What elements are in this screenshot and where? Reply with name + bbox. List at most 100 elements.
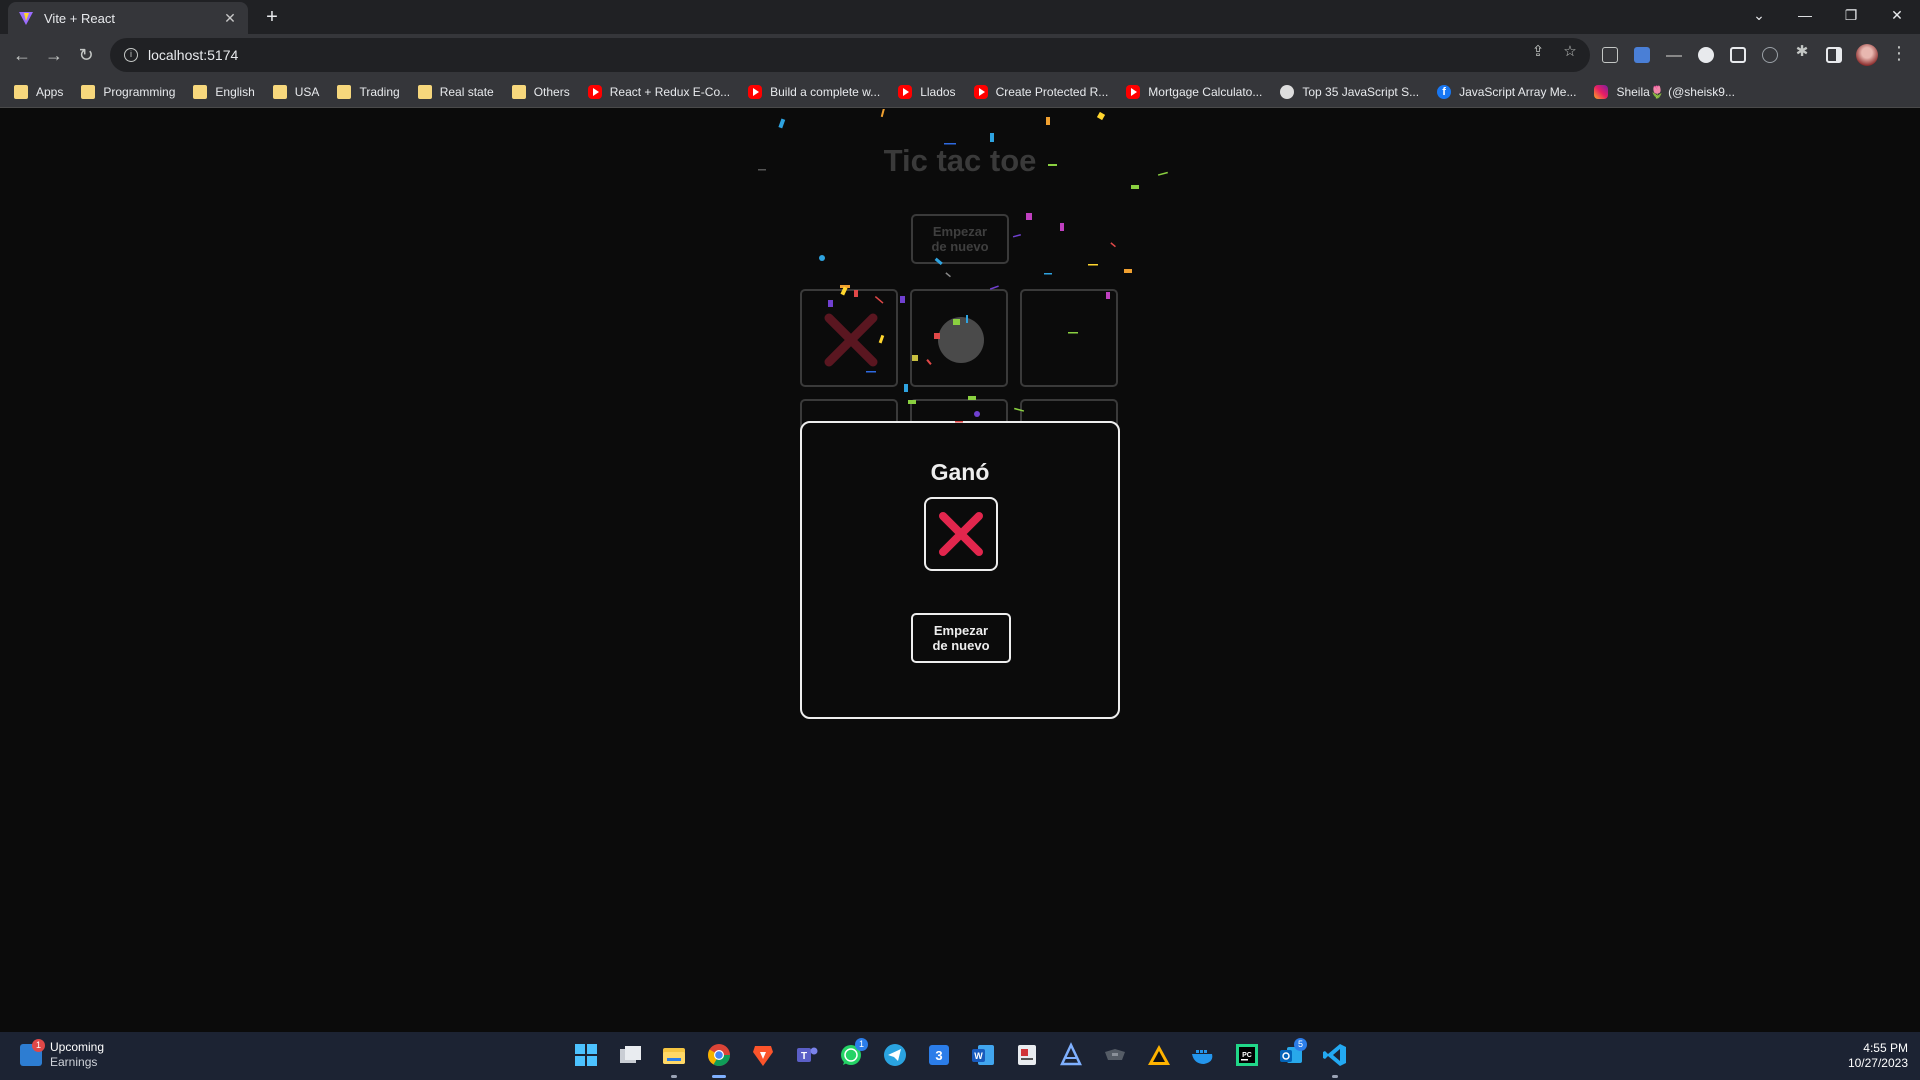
folder-icon [81,84,96,99]
forward-arrow-icon[interactable]: → [42,43,66,67]
teams-icon[interactable]: T [794,1042,820,1068]
github-icon [1280,84,1295,99]
game-title: Tic tac toe [883,143,1037,178]
bookmark-item[interactable]: USA [272,84,320,99]
bookmark-item[interactable]: React + Redux E-Co... [587,84,730,99]
bookmark-item[interactable]: Llados [898,84,956,99]
whatsapp-badge: 1 [855,1038,868,1051]
brave-icon[interactable] [750,1042,776,1068]
browser-tab[interactable]: Vite + React ✕ [8,2,248,34]
bookmark-item[interactable]: English [193,84,255,99]
extensions-puzzle-icon[interactable]: ✱ [1792,41,1812,61]
telegram-icon[interactable] [882,1042,908,1068]
tab-search-icon[interactable]: ⌄ [1736,0,1782,30]
x-mark-icon [824,313,878,367]
svg-text:T: T [801,1051,807,1062]
minimize-button[interactable]: — [1782,0,1828,30]
bookmark-item[interactable]: Others [511,84,570,99]
bookmark-item[interactable]: Mortgage Calculato... [1126,84,1262,99]
restart-label-line1: Empezar [932,224,988,239]
folder-icon [272,84,287,99]
board-square[interactable] [1020,289,1118,387]
share-icon[interactable]: ⇪ [1528,41,1548,61]
bookmark-star-icon[interactable]: ☆ [1560,41,1580,61]
bookmark-item[interactable]: Real state [417,84,494,99]
restart-button[interactable]: Empezar de nuevo [911,214,1009,264]
chrome-icon[interactable] [706,1042,732,1068]
running-indicator [671,1075,677,1078]
new-tab-button[interactable]: + [260,5,284,29]
board-square[interactable] [800,289,898,387]
confetti-piece [990,133,994,142]
docker-icon[interactable] [1190,1042,1216,1068]
picture-in-picture-icon[interactable] [1730,47,1746,63]
youtube-icon [1126,84,1141,99]
text-editor-icon[interactable] [1058,1042,1084,1068]
pycharm-icon[interactable]: PC [1234,1042,1260,1068]
bookmark-item[interactable]: Trading [337,84,400,99]
vscode-icon[interactable] [1322,1042,1348,1068]
browser-menu-icon[interactable]: ⋮ [1890,43,1908,67]
modal-restart-label-line1: Empezar [933,623,989,638]
bookmark-item[interactable]: Apps [14,84,64,99]
page-content: Tic tac toe Empezar de nuevo Ganó Empezar… [0,109,1920,1032]
confetti-piece [1026,213,1032,220]
bookmark-item[interactable]: Sheila🌷 (@sheisk9... [1594,84,1735,99]
confetti-piece [1044,273,1052,275]
widgets-button[interactable]: 1 Upcoming Earnings [20,1039,104,1070]
terminal-icon[interactable] [1102,1042,1128,1068]
o-mark-icon [938,317,984,363]
outlook-badge: 5 [1294,1038,1307,1051]
bookmark-item[interactable]: f JavaScript Array Me... [1437,84,1576,99]
confetti-piece [1110,242,1116,248]
file-explorer-icon[interactable] [661,1042,687,1068]
windows-start-icon[interactable] [573,1042,599,1068]
reload-icon[interactable]: ↻ [74,43,98,67]
close-window-button[interactable]: ✕ [1874,0,1920,30]
system-clock[interactable]: 4:55 PM 10/27/2023 [1820,1041,1908,1071]
tab-close-icon[interactable]: ✕ [222,10,238,27]
dark-mode-extension-icon[interactable] [1698,47,1714,63]
numbers-3-icon[interactable]: 3 [926,1042,952,1068]
translate-extension-icon[interactable] [1634,47,1650,63]
profile-avatar[interactable] [1856,44,1878,66]
confetti-piece [945,272,951,278]
task-view-icon[interactable] [617,1042,643,1068]
word-icon[interactable]: W [970,1042,996,1068]
bookmark-item[interactable]: Top 35 JavaScript S... [1280,84,1419,99]
cast-icon[interactable] [1602,47,1618,63]
bookmark-label: USA [294,84,320,99]
address-bar[interactable]: i localhost:5174 [110,38,1590,72]
instagram-icon [1594,84,1609,99]
compass-extension-icon[interactable] [1762,47,1778,63]
back-arrow-icon[interactable]: ← [10,43,34,67]
strikethrough-extension-icon[interactable] [1666,55,1682,57]
winner-modal: Ganó Empezar de nuevo [800,421,1120,719]
folder-icon [14,84,28,99]
bookmark-label: Trading [359,84,400,99]
snipping-icon[interactable] [1014,1042,1040,1068]
bookmark-label: Programming [103,84,176,99]
bookmark-item[interactable]: Programming [81,84,176,99]
url-text: localhost:5174 [148,47,239,63]
board-square[interactable] [910,289,1008,387]
confetti-piece [1060,223,1064,231]
bookmark-item[interactable]: Create Protected R... [973,84,1108,99]
bookmark-label: Apps [36,84,64,99]
clock-date: 10/27/2023 [1847,1056,1908,1070]
confetti-piece [840,285,850,288]
folder-icon [511,84,526,99]
bookmark-label: English [215,84,255,99]
modal-restart-button[interactable]: Empezar de nuevo [911,613,1011,663]
vlc-icon[interactable] [1146,1042,1172,1068]
restore-button[interactable]: ❐ [1828,0,1874,30]
widget-subtitle: Earnings [50,1055,98,1069]
confetti-piece [1096,111,1106,121]
bookmark-item[interactable]: Build a complete w... [748,84,880,99]
confetti-piece [900,296,905,303]
browser-toolbar: ← → ↻ i localhost:5174 ⇪ ☆ ✱ ⋮ [0,34,1920,76]
site-info-icon[interactable]: i [124,48,138,62]
side-panel-icon[interactable] [1826,47,1842,63]
vite-logo-icon [19,12,33,25]
youtube-icon [898,84,913,99]
